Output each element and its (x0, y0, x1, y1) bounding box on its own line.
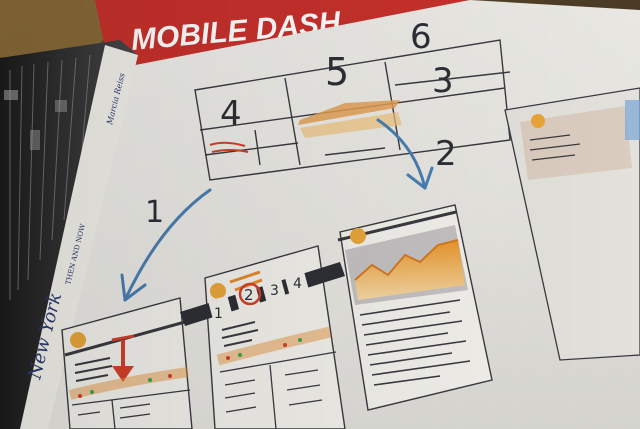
sketch-photo: MOBILE DASH New York THEN AND NOW Marcia… (0, 0, 640, 429)
